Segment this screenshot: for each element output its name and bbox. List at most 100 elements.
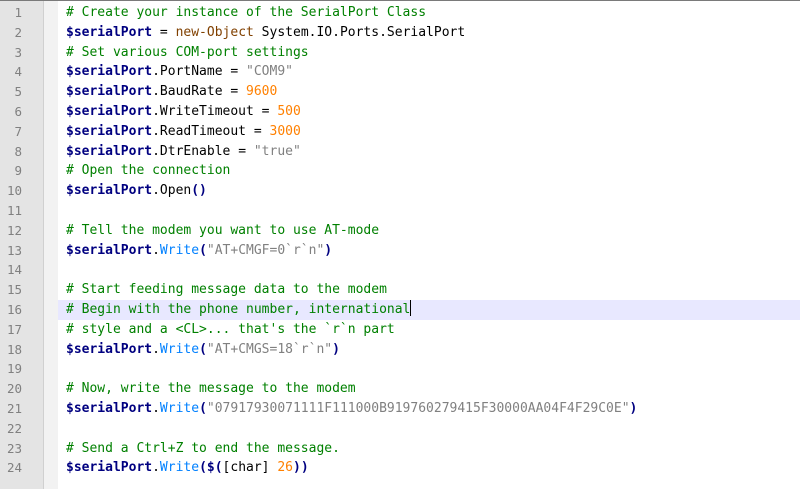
text-token: .WriteTimeout xyxy=(152,103,254,119)
line-number: 12 xyxy=(6,222,22,238)
line-number: 19 xyxy=(6,361,22,377)
variable-token: $serialPort xyxy=(66,400,153,416)
line-number: 10 xyxy=(6,183,22,199)
line-number: 8 xyxy=(14,143,22,159)
paren-token: () xyxy=(191,183,207,199)
text-token: . xyxy=(152,341,160,357)
number-token: 9600 xyxy=(246,84,278,100)
code-line[interactable]: $serialPort.ReadTimeout = 3000 xyxy=(66,122,800,142)
line-number: 5 xyxy=(14,84,22,100)
variable-token: $serialPort xyxy=(66,64,153,80)
code-line[interactable] xyxy=(66,359,800,379)
text-token: .BaudRate xyxy=(152,84,223,100)
keyword-token: new-Object xyxy=(175,24,254,40)
text-token: . xyxy=(152,460,160,476)
number-token: 26 xyxy=(277,460,293,476)
variable-token: $serialPort xyxy=(66,341,153,357)
code-line[interactable]: $serialPort.Write($([char] 26)) xyxy=(66,458,800,478)
line-number: 15 xyxy=(6,282,22,298)
line-number: 17 xyxy=(6,321,22,337)
variable-token: $serialPort xyxy=(66,460,153,476)
variable-token: $serialPort xyxy=(66,242,153,258)
code-line[interactable]: # Tell the modem you want to use AT-mode xyxy=(66,221,800,241)
code-line[interactable]: $serialPort.DtrEnable = "true" xyxy=(66,142,800,162)
paren-token: )) xyxy=(293,460,309,476)
paren-token: ) xyxy=(324,242,333,258)
comment-token: # Send a Ctrl+Z to end the message. xyxy=(66,440,340,456)
text-token: [char] xyxy=(222,460,270,476)
number-token: 500 xyxy=(277,103,301,119)
code-area[interactable]: # Create your instance of the SerialPort… xyxy=(58,1,800,489)
string-token: "AT+CMGF=0`r`n" xyxy=(206,242,325,258)
code-line[interactable] xyxy=(66,201,800,221)
comment-token: # Create your instance of the SerialPort… xyxy=(66,5,427,20)
text-caret xyxy=(410,299,412,316)
operator-token: = xyxy=(230,143,254,159)
string-token: "AT+CMGS=18`r`n" xyxy=(206,341,333,357)
line-number: 1 xyxy=(14,5,22,20)
method-token: Write xyxy=(159,400,200,416)
comment-token: # Start feeding message data to the mode… xyxy=(66,282,387,298)
variable-token: $serialPort xyxy=(66,84,153,100)
code-line[interactable]: # Create your instance of the SerialPort… xyxy=(66,3,800,23)
fold-margin[interactable] xyxy=(44,1,58,489)
text-token: .Open xyxy=(152,183,192,199)
code-line-current[interactable]: # Begin with the phone number, internati… xyxy=(58,299,800,320)
text-token: .PortName xyxy=(152,64,223,80)
line-number: 3 xyxy=(14,44,22,60)
operator-token: = xyxy=(246,123,270,139)
paren-token: ($( xyxy=(199,460,223,476)
line-number: 6 xyxy=(14,103,22,119)
code-line[interactable] xyxy=(66,260,800,280)
code-line[interactable]: # Set various COM-port settings xyxy=(66,43,800,63)
code-line[interactable]: $serialPort.BaudRate = 9600 xyxy=(66,82,800,102)
variable-token: $serialPort xyxy=(66,143,153,159)
line-number: 23 xyxy=(6,440,22,456)
code-line[interactable]: # Send a Ctrl+Z to end the message. xyxy=(66,439,800,459)
line-number: 21 xyxy=(6,400,22,416)
code-line[interactable]: $serialPort.WriteTimeout = 500 xyxy=(66,102,800,122)
string-token: "COM9" xyxy=(246,64,293,80)
paren-token: ( xyxy=(199,400,207,416)
comment-token: # Tell the modem you want to use AT-mode xyxy=(66,222,380,238)
method-token: Write xyxy=(159,460,200,476)
code-line[interactable]: $serialPort.Write("07917930071111F111000… xyxy=(66,399,800,419)
code-lines[interactable]: # Create your instance of the SerialPort… xyxy=(58,1,800,478)
paren-token: ( xyxy=(199,242,207,258)
variable-token: $serialPort xyxy=(66,103,153,119)
line-numbers: 1 2 3 4 5 6 7 8 9 10 11 12 13 14 15 16 17 18 19 20 21 22 23 24 xyxy=(0,1,43,478)
paren-token: ) xyxy=(629,400,638,416)
text-token: System.IO.Ports.SerialPort xyxy=(253,24,466,40)
code-line[interactable]: $serialPort.Write("AT+CMGF=0`r`n") xyxy=(66,241,800,261)
text-token: .DtrEnable xyxy=(152,143,231,159)
code-line[interactable]: $serialPort.Write("AT+CMGS=18`r`n") xyxy=(66,340,800,360)
comment-token: # Now, write the message to the modem xyxy=(66,381,356,397)
operator-token: = xyxy=(253,103,278,119)
text-token: .ReadTimeout xyxy=(152,123,247,139)
variable-token: $serialPort xyxy=(66,24,153,40)
paren-token: ) xyxy=(332,341,340,357)
code-line[interactable]: # style and a <CL>... that's the `r`n pa… xyxy=(66,320,800,340)
code-line[interactable]: $serialPort = new-Object System.IO.Ports… xyxy=(66,23,800,43)
code-line[interactable]: $serialPort.PortName = "COM9" xyxy=(66,62,800,82)
line-number: 11 xyxy=(6,202,22,218)
comment-token: # Set various COM-port settings xyxy=(66,44,309,60)
line-number: 4 xyxy=(14,64,22,80)
line-number: 16 xyxy=(6,301,22,317)
line-number: 20 xyxy=(6,381,22,397)
comment-token: # Begin with the phone number, internati… xyxy=(66,301,411,317)
line-number: 13 xyxy=(6,242,22,258)
comment-token: # style and a <CL>... that's the `r`n pa… xyxy=(66,321,395,337)
line-number: 9 xyxy=(14,163,22,179)
variable-token: $serialPort xyxy=(66,183,153,199)
code-line[interactable]: # Start feeding message data to the mode… xyxy=(66,280,800,300)
code-line[interactable]: $serialPort.Open() xyxy=(66,181,800,201)
line-number: 18 xyxy=(6,341,22,357)
operator-token: = xyxy=(152,24,176,40)
string-token: "true" xyxy=(253,143,301,159)
line-number-gutter: 1 2 3 4 5 6 7 8 9 10 11 12 13 14 15 16 17 18 19 20 21 22 23 24 xyxy=(0,1,44,489)
code-line[interactable]: # Open the connection xyxy=(66,161,800,181)
code-editor[interactable]: 1 2 3 4 5 6 7 8 9 10 11 12 13 14 15 16 17 18 19 20 21 22 23 24 … xyxy=(0,0,800,489)
code-line[interactable] xyxy=(66,419,800,439)
code-line[interactable]: # Now, write the message to the modem xyxy=(66,379,800,399)
